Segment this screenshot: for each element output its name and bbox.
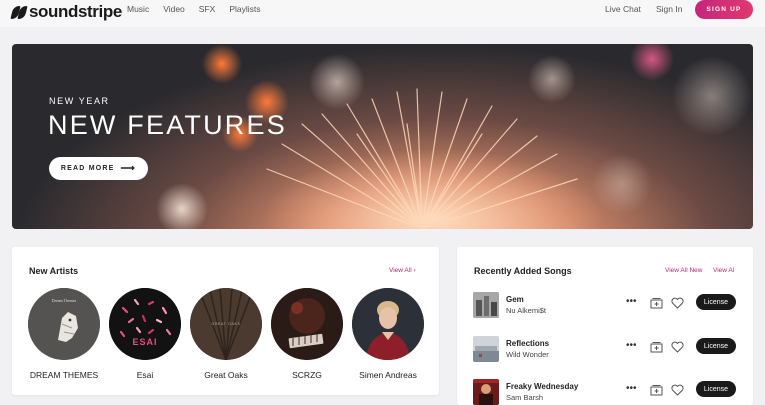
hero-title: NEW FEATURES	[48, 110, 287, 140]
nav-link-sfx[interactable]: SFX	[199, 4, 216, 14]
recent-songs-card: Recently Added Songs View All New View A…	[457, 247, 753, 405]
artist-item[interactable]: Dream Themes DREAM THEMES	[28, 288, 100, 380]
new-artists-title: New Artists	[29, 266, 79, 276]
song-artist[interactable]: Wild Wonder	[506, 350, 549, 359]
license-button[interactable]: License	[696, 294, 736, 310]
view-all-new-link[interactable]: View All New	[665, 267, 702, 274]
song-row[interactable]: Reflections Wild Wonder ••• License	[457, 336, 753, 366]
new-artists-card: New Artists View All › Dream Themes DREA…	[12, 247, 439, 395]
heart-icon[interactable]	[671, 341, 684, 353]
license-button[interactable]: License	[696, 381, 736, 397]
main-menu: Music Video SFX Playlists	[127, 4, 261, 14]
nav-link-playlists[interactable]: Playlists	[229, 4, 260, 14]
add-to-playlist-icon[interactable]	[650, 297, 663, 309]
read-more-button[interactable]: READ MORE ⟶	[49, 157, 148, 180]
artist-avatar[interactable]: ESAI	[109, 288, 181, 360]
artist-item[interactable]: ESAI Esai	[109, 288, 181, 380]
artist-name: Simen Andreas	[359, 370, 417, 380]
artist-item[interactable]: SCRZG	[271, 288, 343, 380]
hero-banner: NEW YEAR NEW FEATURES READ MORE ⟶	[12, 44, 753, 229]
artist-avatar[interactable]: Dream Themes	[28, 288, 100, 360]
artist-avatar[interactable]	[271, 288, 343, 360]
recent-songs-title: Recently Added Songs	[474, 266, 572, 276]
nav-link-music[interactable]: Music	[127, 4, 149, 14]
song-title[interactable]: Gem	[506, 295, 524, 304]
artist-list: Dream Themes DREAM THEMES ESAI Esai GREA…	[28, 288, 424, 380]
more-options-icon[interactable]: •••	[626, 296, 637, 307]
svg-text:GREAT OAKS: GREAT OAKS	[211, 322, 240, 326]
logo-text: soundstripe	[29, 2, 122, 21]
soundstripe-logo[interactable]: soundstripe	[10, 2, 122, 22]
logo-mark-icon	[10, 5, 28, 19]
artist-item[interactable]: GREAT OAKS Great Oaks	[190, 288, 262, 380]
song-artwork	[473, 379, 499, 405]
song-row[interactable]: Freaky Wednesday Sam Barsh ••• License	[457, 379, 753, 405]
more-options-icon[interactable]: •••	[626, 340, 637, 351]
song-row[interactable]: Gem Nu Alkemi$t ••• License	[457, 292, 753, 322]
artist-name: Great Oaks	[204, 370, 248, 380]
song-title[interactable]: Freaky Wednesday	[506, 382, 578, 391]
svg-text:ESAI: ESAI	[132, 337, 157, 347]
artist-name: Esai	[136, 370, 154, 380]
sign-up-button[interactable]: SIGN UP	[695, 0, 753, 19]
artist-item[interactable]: Simen Andreas	[352, 288, 424, 380]
view-all-link[interactable]: View Al	[713, 267, 734, 274]
add-to-playlist-icon[interactable]	[650, 341, 663, 353]
add-to-playlist-icon[interactable]	[650, 384, 663, 396]
sign-in-link[interactable]: Sign In	[656, 4, 682, 14]
song-artwork	[473, 336, 499, 362]
top-navigation: soundstripe Music Video SFX Playlists	[0, 0, 765, 27]
song-artist[interactable]: Nu Alkemi$t	[506, 306, 546, 315]
song-title[interactable]: Reflections	[506, 339, 549, 348]
nav-link-video[interactable]: Video	[163, 4, 185, 14]
artist-avatar[interactable]	[352, 288, 424, 360]
more-options-icon[interactable]: •••	[626, 383, 637, 394]
artist-avatar[interactable]: GREAT OAKS	[190, 288, 262, 360]
live-chat-link[interactable]: Live Chat	[605, 4, 641, 14]
read-more-label: READ MORE	[60, 165, 115, 172]
arrow-right-icon: ⟶	[120, 162, 137, 174]
view-all-artists-link[interactable]: View All ›	[389, 267, 416, 274]
heart-icon[interactable]	[671, 384, 684, 396]
artist-name: SCRZG	[292, 370, 322, 380]
song-artist[interactable]: Sam Barsh	[506, 393, 543, 402]
song-artwork	[473, 292, 499, 318]
artist-name: DREAM THEMES	[29, 370, 99, 380]
heart-icon[interactable]	[671, 297, 684, 309]
svg-text:Dream Themes: Dream Themes	[52, 298, 77, 303]
license-button[interactable]: License	[696, 338, 736, 354]
hero-kicker: NEW YEAR	[49, 96, 110, 106]
